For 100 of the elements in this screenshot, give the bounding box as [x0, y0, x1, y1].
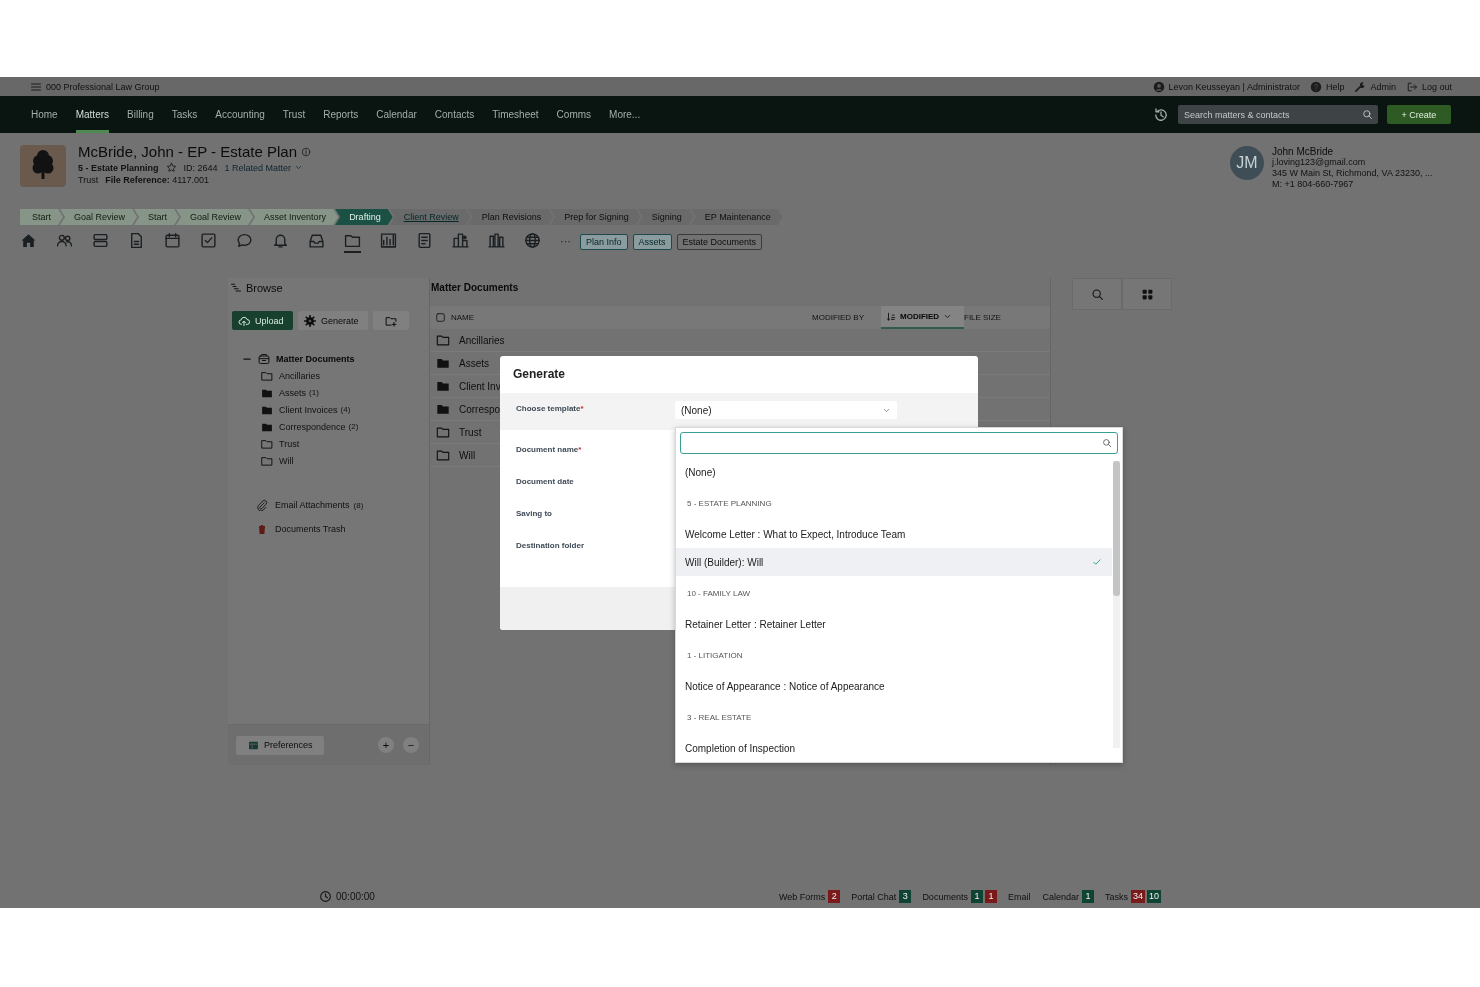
- org-name: 000 Professional Law Group: [46, 81, 160, 92]
- nav-tab[interactable]: Reports: [323, 96, 359, 133]
- nav-tab[interactable]: Comms: [556, 96, 592, 133]
- admin-link[interactable]: Admin: [1370, 81, 1396, 92]
- history-icon[interactable]: [1153, 106, 1169, 123]
- help-icon[interactable]: [1309, 80, 1322, 93]
- stage-step[interactable]: Start: [20, 209, 63, 225]
- avatar-icon[interactable]: [1152, 80, 1165, 93]
- stage-step[interactable]: Asset Inventory: [250, 209, 339, 225]
- stage-step[interactable]: Goal Review: [60, 209, 138, 225]
- column-header[interactable]: FILE SIZE: [964, 306, 1001, 329]
- tool-tab[interactable]: Assets: [632, 234, 672, 250]
- status-link[interactable]: Calendar: [1042, 891, 1079, 902]
- status-link[interactable]: Portal Chat: [851, 891, 897, 902]
- info-icon[interactable]: [301, 146, 311, 157]
- zoom-button[interactable]: −: [403, 737, 419, 753]
- check-icon: [1092, 557, 1102, 567]
- logout-link[interactable]: Log out: [1421, 81, 1452, 92]
- menu-icon[interactable]: [30, 80, 42, 93]
- folder-name[interactable]: Client Inv: [459, 380, 501, 392]
- generate-button[interactable]: Generate: [298, 311, 368, 330]
- create-button[interactable]: + Create: [1387, 105, 1451, 124]
- contact-email[interactable]: j.loving123@gmail.com: [1272, 157, 1452, 168]
- search-field[interactable]: Search matters & contacts: [1178, 105, 1378, 124]
- search-field[interactable]: [680, 432, 1118, 454]
- more-button[interactable]: ···: [560, 235, 571, 249]
- tree-item[interactable]: Will: [279, 455, 294, 466]
- folder-name[interactable]: Will: [459, 449, 476, 461]
- nav-tab[interactable]: Timesheet: [492, 96, 539, 133]
- tree-item[interactable]: Client Invoices: [279, 404, 338, 415]
- nav-tab[interactable]: Billing: [127, 96, 154, 133]
- avatar: JM: [1230, 146, 1264, 180]
- nav-tab[interactable]: Calendar: [376, 96, 417, 133]
- dropdown-option[interactable]: Welcome Letter : What to Expect, Introduce Team: [676, 520, 1112, 548]
- tree-item[interactable]: Documents Trash: [275, 524, 346, 534]
- stage-step[interactable]: Client Review: [389, 209, 471, 225]
- stage-step[interactable]: Plan Revisions: [467, 209, 554, 225]
- nav-tab[interactable]: Matters: [75, 96, 110, 133]
- status-link[interactable]: Tasks: [1104, 891, 1128, 902]
- status-link[interactable]: Documents: [922, 891, 968, 902]
- stage-step[interactable]: Start: [134, 209, 180, 225]
- new-folder-button[interactable]: [373, 311, 409, 330]
- dropdown-option[interactable]: (None): [676, 458, 1112, 486]
- logout-icon[interactable]: [1405, 80, 1418, 93]
- wrench-icon[interactable]: [1354, 80, 1367, 93]
- item-count: (2): [348, 422, 359, 431]
- column-header[interactable]: NAME: [451, 306, 812, 329]
- search-icon[interactable]: [1362, 109, 1373, 120]
- preferences-button[interactable]: Preferences: [236, 735, 324, 755]
- dropdown-option[interactable]: Completion of Inspection: [676, 734, 1112, 762]
- tool-tab[interactable]: Estate Documents: [676, 234, 763, 250]
- tool-tab[interactable]: Plan Info: [580, 234, 628, 250]
- tree-item[interactable]: Email Attachments: [275, 500, 350, 510]
- nav-tab[interactable]: Trust: [282, 96, 306, 133]
- folder-name[interactable]: Correspo: [459, 403, 501, 415]
- nav-tab[interactable]: Home: [31, 96, 58, 133]
- status-link[interactable]: Web Forms: [779, 891, 826, 902]
- user-link[interactable]: Levon Keusseyan | Administrator: [1168, 81, 1300, 92]
- folder-plus-icon: [385, 314, 397, 327]
- field-label: Choose template*: [516, 403, 585, 413]
- scrollbar[interactable]: [1113, 461, 1120, 748]
- column-header[interactable]: MODIFIED: [881, 306, 964, 329]
- folder-name[interactable]: Trust: [459, 426, 482, 438]
- tree-item[interactable]: Matter Documents: [276, 353, 355, 364]
- dropdown-option[interactable]: Retainer Letter : Retainer Letter: [676, 610, 1112, 638]
- item-count: (4): [340, 405, 351, 414]
- nav-tab[interactable]: Accounting: [215, 96, 265, 133]
- count-badge: 1: [970, 890, 983, 903]
- help-link[interactable]: Help: [1325, 81, 1345, 92]
- related-matter-link[interactable]: 1 Related Matter: [224, 162, 304, 173]
- clock-icon[interactable]: [319, 890, 332, 903]
- tree-item[interactable]: Ancillaries: [279, 370, 320, 381]
- status-link[interactable]: Email: [1007, 891, 1031, 902]
- tree-item[interactable]: Assets: [279, 387, 306, 398]
- folder-name[interactable]: Ancillaries: [459, 334, 505, 346]
- tree-item[interactable]: Trust: [279, 438, 300, 449]
- count-badge: 3: [899, 890, 912, 903]
- tree-item[interactable]: Correspondence: [279, 421, 346, 432]
- star-icon[interactable]: [165, 162, 177, 173]
- zoom-button[interactable]: +: [378, 737, 394, 753]
- practice-area: 5 - Estate Planning: [78, 162, 159, 173]
- dropdown-option[interactable]: Notice of Appearance : Notice of Appearance: [676, 672, 1112, 700]
- stage-step[interactable]: Signing: [637, 209, 694, 225]
- grid-view-button[interactable]: [1122, 278, 1172, 310]
- stage-step[interactable]: Prep for Signing: [550, 209, 641, 225]
- stage-step[interactable]: Drafting: [335, 209, 393, 225]
- checkbox[interactable]: [435, 312, 446, 323]
- search-icon: [1090, 287, 1104, 301]
- template-select[interactable]: (None): [675, 401, 897, 419]
- stage-step[interactable]: EP Maintenance: [690, 209, 783, 225]
- upload-button[interactable]: Upload: [232, 311, 293, 330]
- nav-tab[interactable]: Contacts: [434, 96, 475, 133]
- nav-tab[interactable]: Tasks: [171, 96, 198, 133]
- nav-tab[interactable]: More...: [609, 96, 641, 133]
- panel-title: Matter Documents: [430, 282, 520, 295]
- folder-name[interactable]: Assets: [459, 357, 489, 369]
- column-header[interactable]: MODIFIED BY: [812, 306, 881, 329]
- dropdown-option[interactable]: Will (Builder): Will: [676, 548, 1112, 576]
- stage-step[interactable]: Goal Review: [176, 209, 254, 225]
- contact-name[interactable]: John McBride: [1272, 146, 1452, 157]
